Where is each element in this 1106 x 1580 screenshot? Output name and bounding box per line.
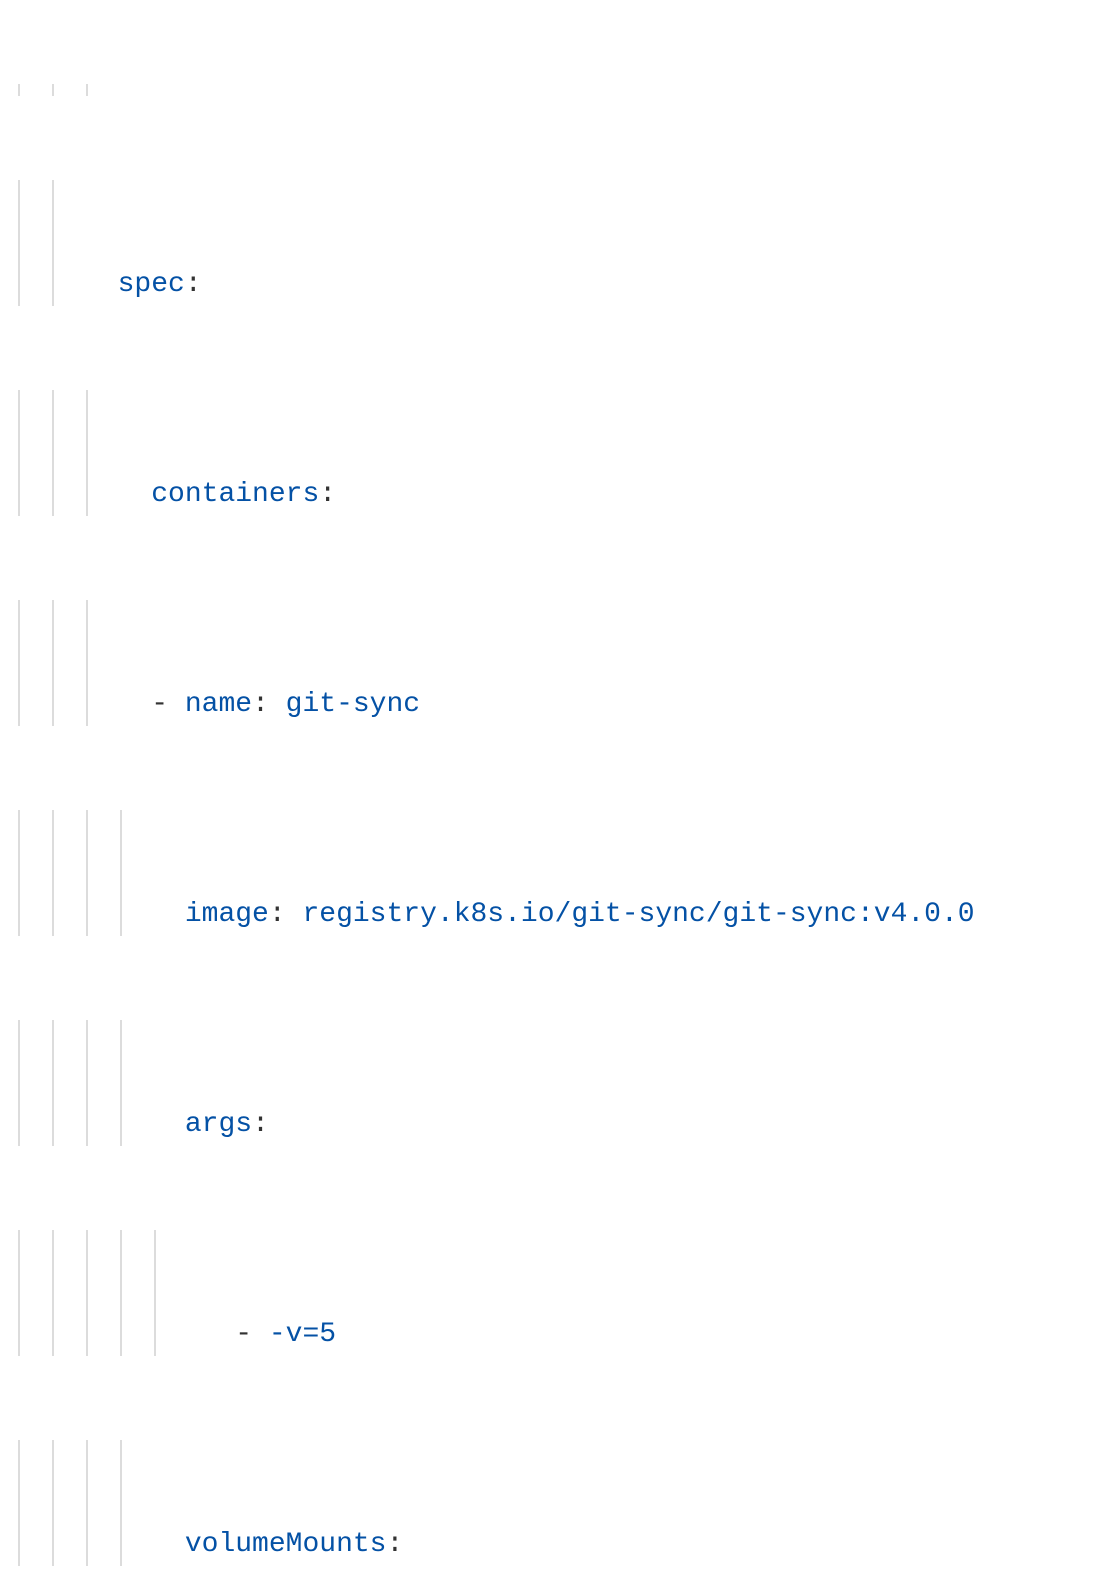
code-line: spec:: [0, 180, 1106, 306]
yaml-key: volumeMounts: [185, 1529, 387, 1560]
code-line: - -v=5: [0, 1230, 1106, 1356]
yaml-value: registry.k8s.io/git-sync/git-sync:v4.0.0: [302, 899, 974, 930]
yaml-colon: :: [319, 479, 336, 510]
code-line-partial: name: ---g: [0, 84, 1106, 96]
code-line: args:: [0, 1020, 1106, 1146]
yaml-value: git-sync: [286, 689, 420, 720]
yaml-colon: :: [252, 689, 286, 720]
code-line: volumeMounts:: [0, 1440, 1106, 1566]
yaml-key: spec: [118, 269, 185, 300]
yaml-key: containers: [151, 479, 319, 510]
yaml-value: -v=5: [269, 1319, 336, 1350]
yaml-colon: :: [269, 899, 303, 930]
code-line: - name: git-sync: [0, 600, 1106, 726]
yaml-key: image: [185, 899, 269, 930]
yaml-dash: -: [151, 689, 185, 720]
yaml-colon: :: [386, 1529, 403, 1560]
yaml-key: name: [185, 689, 252, 720]
yaml-dash: -: [235, 1319, 269, 1350]
code-line: containers:: [0, 390, 1106, 516]
yaml-key: args: [185, 1109, 252, 1140]
yaml-colon: :: [252, 1109, 269, 1140]
code-line: image: registry.k8s.io/git-sync/git-sync…: [0, 810, 1106, 936]
yaml-colon: :: [185, 269, 202, 300]
code-editor[interactable]: name: ---g spec: containers: - name: git…: [0, 0, 1106, 1580]
